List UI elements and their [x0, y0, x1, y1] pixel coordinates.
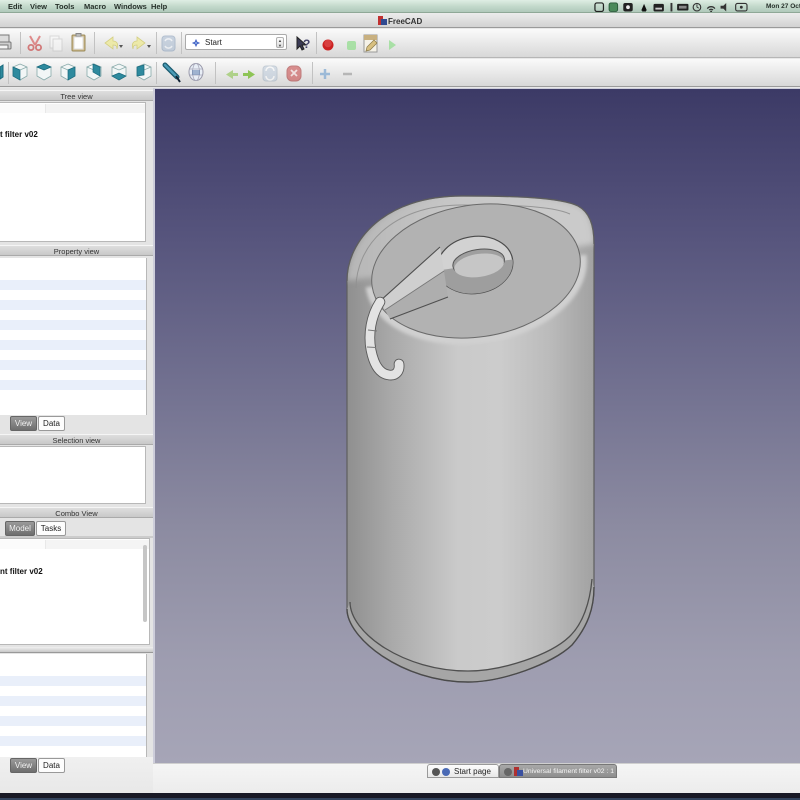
svg-text:?: ? [303, 37, 310, 51]
